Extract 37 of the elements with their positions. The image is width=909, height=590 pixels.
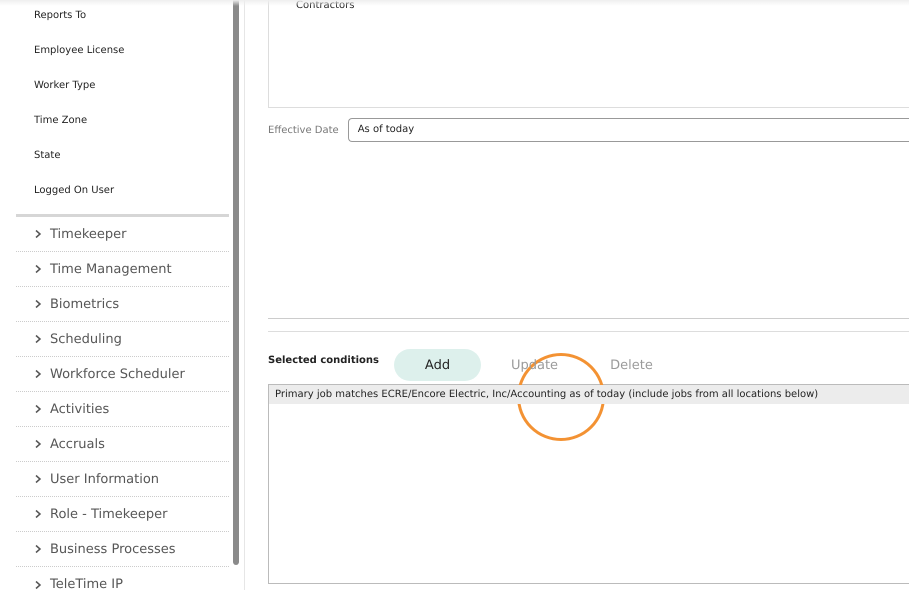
sidebar-section[interactable]: Scheduling (16, 322, 229, 357)
action-button[interactable]: Add (394, 349, 481, 381)
chevron-icon (34, 404, 42, 414)
condition-item[interactable]: Primary job matches ECRE/Encore Electric, Inc/Accounting as of today (include jobs from all locations below) (269, 385, 909, 404)
scrollbar-thumb[interactable] (233, 0, 239, 565)
sidebar-section[interactable]: Activities (16, 392, 229, 427)
conditions-list[interactable]: Primary job matches ECRE/Encore Electric, Inc/Accounting as of today (include jobs from all locations below) (268, 384, 909, 584)
chevron-icon (34, 544, 42, 554)
sidebar-section[interactable]: TeleTime IP (16, 567, 229, 590)
sidebar-section[interactable]: Business Processes (16, 532, 229, 567)
chevron-icon (34, 474, 42, 484)
chevron-icon (34, 299, 42, 309)
sidebar-section[interactable]: Time Management (16, 252, 229, 287)
chevron-icon (34, 369, 42, 379)
chevron-icon (34, 229, 42, 239)
sidebar-section[interactable]: Timekeeper (16, 217, 229, 252)
field-label: Effective Date (268, 124, 339, 136)
effective-date-select[interactable]: As of today (348, 118, 909, 142)
sidebar-item[interactable]: Reports To (16, 0, 229, 35)
chevron-icon (34, 439, 42, 449)
sidebar-item[interactable]: Worker Type (16, 70, 229, 105)
chevron-icon (34, 334, 42, 344)
sidebar-item[interactable]: Time Zone (16, 105, 229, 140)
chevron-icon (34, 264, 42, 274)
sidebar-section[interactable]: User Information (16, 462, 229, 497)
sidebar-section[interactable]: Biometrics (16, 287, 229, 322)
sidebar-section[interactable]: Role - Timekeeper (16, 497, 229, 532)
sidebar-item[interactable]: Logged On User (16, 175, 229, 210)
value-list[interactable]: Contractors (268, 0, 909, 108)
sidebar-item[interactable]: State (16, 140, 229, 175)
sidebar-section[interactable]: Workforce Scheduler (16, 357, 229, 392)
sidebar-section[interactable]: Accruals (16, 427, 229, 462)
chevron-icon (34, 580, 42, 590)
list-item[interactable]: Contractors (296, 0, 909, 12)
chevron-icon (34, 509, 42, 519)
sidebar-item[interactable]: Employee License (16, 35, 229, 70)
section-title: Selected conditions (268, 354, 380, 366)
